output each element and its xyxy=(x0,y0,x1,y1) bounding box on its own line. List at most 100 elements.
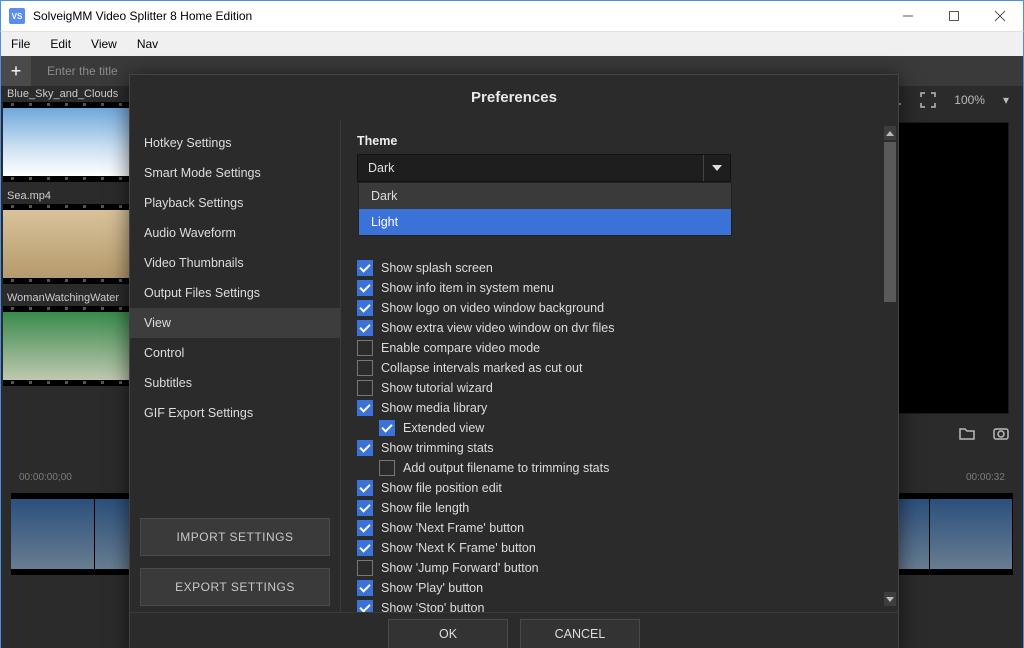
pref-nav-item[interactable]: Output Files Settings xyxy=(130,278,340,308)
pref-nav-item[interactable]: Control xyxy=(130,338,340,368)
option-label: Collapse intervals marked as cut out xyxy=(381,361,582,375)
theme-label: Theme xyxy=(357,134,878,148)
scrollbar[interactable] xyxy=(884,126,896,606)
option-row[interactable]: Show file length xyxy=(357,498,878,518)
maximize-button[interactable] xyxy=(931,2,977,30)
checkbox[interactable] xyxy=(357,300,373,316)
menu-edit[interactable]: Edit xyxy=(40,32,81,56)
option-row[interactable]: Show splash screen xyxy=(357,258,878,278)
option-row[interactable]: Show 'Next K Frame' button xyxy=(357,538,878,558)
option-row[interactable]: Enable compare video mode xyxy=(357,338,878,358)
theme-option[interactable]: Dark xyxy=(359,183,731,209)
checkbox[interactable] xyxy=(357,360,373,376)
time-tick: 00:00:00;00 xyxy=(19,472,72,483)
pref-nav-item[interactable]: GIF Export Settings xyxy=(130,398,340,428)
theme-option[interactable]: Light xyxy=(359,209,731,235)
option-row[interactable]: Show 'Jump Forward' button xyxy=(357,558,878,578)
menu-file[interactable]: File xyxy=(1,32,40,56)
minimize-button[interactable] xyxy=(885,2,931,30)
preferences-footer: OK CANCEL xyxy=(130,612,898,648)
title-bar: VS SolveigMM Video Splitter 8 Home Editi… xyxy=(0,0,1024,32)
option-label: Show 'Next K Frame' button xyxy=(381,541,536,555)
pref-nav-item[interactable]: Hotkey Settings xyxy=(130,128,340,158)
close-button[interactable] xyxy=(977,2,1023,30)
checkbox[interactable] xyxy=(379,460,395,476)
camera-icon[interactable] xyxy=(993,426,1009,442)
pref-nav-item[interactable]: Audio Waveform xyxy=(130,218,340,248)
option-row[interactable]: Show 'Next Frame' button xyxy=(357,518,878,538)
checkbox[interactable] xyxy=(357,340,373,356)
preferences-nav: Hotkey SettingsSmart Mode SettingsPlayba… xyxy=(130,120,340,612)
pref-nav-item[interactable]: Playback Settings xyxy=(130,188,340,218)
ok-button[interactable]: OK xyxy=(388,619,508,648)
checkbox[interactable] xyxy=(357,480,373,496)
app-title: SolveigMM Video Splitter 8 Home Edition xyxy=(33,9,252,23)
scroll-up-button[interactable] xyxy=(884,126,896,140)
checkbox[interactable] xyxy=(357,580,373,596)
option-label: Enable compare video mode xyxy=(381,341,540,355)
folder-icon[interactable] xyxy=(959,426,975,442)
checkbox[interactable] xyxy=(357,380,373,396)
scroll-down-button[interactable] xyxy=(884,592,896,606)
checkbox[interactable] xyxy=(357,560,373,576)
option-label: Show trimming stats xyxy=(381,441,494,455)
option-label: Show 'Play' button xyxy=(381,581,483,595)
option-label: Show splash screen xyxy=(381,261,493,275)
right-toolbar: 100% ▾ xyxy=(886,92,1009,108)
pref-nav-item[interactable]: Video Thumbnails xyxy=(130,248,340,278)
checkbox[interactable] xyxy=(379,420,395,436)
option-row[interactable]: Show 'Play' button xyxy=(357,578,878,598)
add-button[interactable]: + xyxy=(1,56,31,86)
option-row[interactable]: Show tutorial wizard xyxy=(357,378,878,398)
checkbox[interactable] xyxy=(357,400,373,416)
menu-nav[interactable]: Nav xyxy=(127,32,168,56)
time-tick: 00:00:32 xyxy=(966,472,1005,483)
option-label: Show tutorial wizard xyxy=(381,381,493,395)
menubar: File Edit View Nav xyxy=(1,32,1023,56)
option-row[interactable]: Extended view xyxy=(357,418,878,438)
scroll-thumb[interactable] xyxy=(884,142,896,302)
theme-select[interactable]: Dark DarkLight xyxy=(357,154,731,182)
preferences-content: Theme Dark DarkLight Show splash screenS… xyxy=(340,120,898,612)
menu-view[interactable]: View xyxy=(81,32,127,56)
pref-nav-item[interactable]: Subtitles xyxy=(130,368,340,398)
checkbox[interactable] xyxy=(357,440,373,456)
checkbox[interactable] xyxy=(357,500,373,516)
pref-nav-item[interactable]: Smart Mode Settings xyxy=(130,158,340,188)
chevron-down-icon[interactable] xyxy=(703,155,730,181)
option-row[interactable]: Collapse intervals marked as cut out xyxy=(357,358,878,378)
option-label: Show logo on video window background xyxy=(381,301,604,315)
checkbox[interactable] xyxy=(357,520,373,536)
checkbox[interactable] xyxy=(357,320,373,336)
option-row[interactable]: Show trimming stats xyxy=(357,438,878,458)
checkbox[interactable] xyxy=(357,260,373,276)
option-label: Show info item in system menu xyxy=(381,281,554,295)
import-settings-button[interactable]: IMPORT SETTINGS xyxy=(140,518,330,556)
export-settings-button[interactable]: EXPORT SETTINGS xyxy=(140,568,330,606)
option-row[interactable]: Show logo on video window background xyxy=(357,298,878,318)
option-label: Show 'Stop' button xyxy=(381,601,484,612)
option-row[interactable]: Show info item in system menu xyxy=(357,278,878,298)
option-label: Show file length xyxy=(381,501,469,515)
zoom-level[interactable]: 100% xyxy=(954,93,985,107)
checkbox[interactable] xyxy=(357,600,373,612)
app-icon: VS xyxy=(9,8,25,24)
option-row[interactable]: Add output filename to trimming stats xyxy=(357,458,878,478)
checkbox[interactable] xyxy=(357,540,373,556)
chevron-down-icon[interactable]: ▾ xyxy=(1003,93,1009,107)
option-label: Show 'Next Frame' button xyxy=(381,521,524,535)
view-options-list: Show splash screen Show info item in syst… xyxy=(357,258,878,612)
preferences-title: Preferences xyxy=(130,75,898,120)
option-row[interactable]: Show file position edit xyxy=(357,478,878,498)
option-label: Show 'Jump Forward' button xyxy=(381,561,539,575)
option-row[interactable]: Show media library xyxy=(357,398,878,418)
option-label: Show extra view video window on dvr file… xyxy=(381,321,614,335)
option-label: Show media library xyxy=(381,401,487,415)
option-row[interactable]: Show 'Stop' button xyxy=(357,598,878,612)
option-row[interactable]: Show extra view video window on dvr file… xyxy=(357,318,878,338)
pref-nav-item[interactable]: View xyxy=(130,308,340,338)
fullscreen-icon[interactable] xyxy=(920,92,936,108)
checkbox[interactable] xyxy=(357,280,373,296)
option-label: Show file position edit xyxy=(381,481,502,495)
cancel-button[interactable]: CANCEL xyxy=(520,619,640,648)
